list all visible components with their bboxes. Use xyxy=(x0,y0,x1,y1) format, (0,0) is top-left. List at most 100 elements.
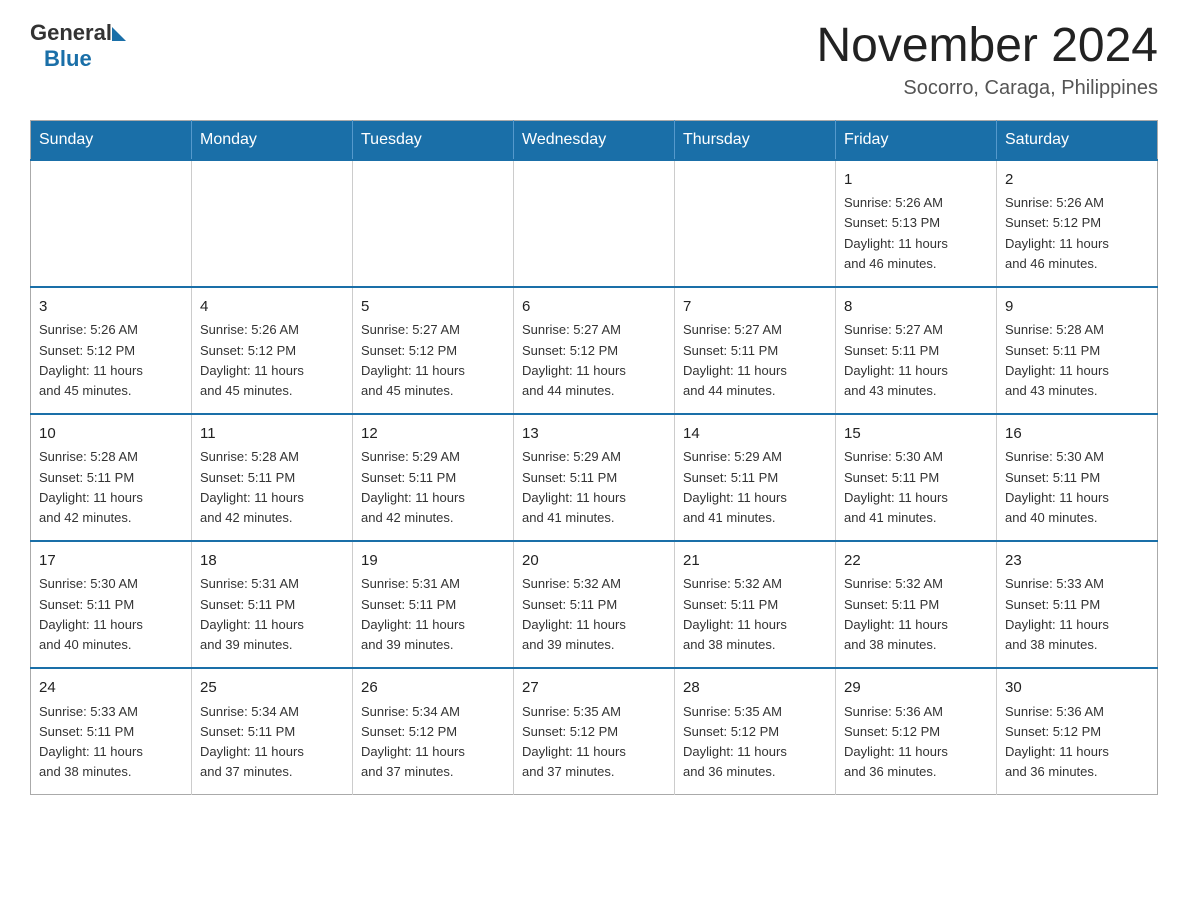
day-info: Sunrise: 5:30 AMSunset: 5:11 PMDaylight:… xyxy=(1005,447,1149,528)
calendar-title: November 2024 xyxy=(816,20,1158,73)
day-info: Sunrise: 5:28 AMSunset: 5:11 PMDaylight:… xyxy=(39,447,183,528)
day-info: Sunrise: 5:31 AMSunset: 5:11 PMDaylight:… xyxy=(200,574,344,655)
day-info: Sunrise: 5:26 AMSunset: 5:13 PMDaylight:… xyxy=(844,193,988,274)
day-info: Sunrise: 5:26 AMSunset: 5:12 PMDaylight:… xyxy=(39,320,183,401)
calendar-cell: 28Sunrise: 5:35 AMSunset: 5:12 PMDayligh… xyxy=(675,668,836,795)
day-info: Sunrise: 5:28 AMSunset: 5:11 PMDaylight:… xyxy=(200,447,344,528)
day-info: Sunrise: 5:27 AMSunset: 5:12 PMDaylight:… xyxy=(522,320,666,401)
day-number: 1 xyxy=(844,169,988,192)
day-number: 7 xyxy=(683,296,827,319)
calendar-week-row: 1Sunrise: 5:26 AMSunset: 5:13 PMDaylight… xyxy=(31,160,1158,287)
day-number: 21 xyxy=(683,550,827,573)
calendar-week-row: 10Sunrise: 5:28 AMSunset: 5:11 PMDayligh… xyxy=(31,414,1158,541)
day-number: 27 xyxy=(522,677,666,700)
calendar-cell: 6Sunrise: 5:27 AMSunset: 5:12 PMDaylight… xyxy=(514,287,675,414)
calendar-cell: 29Sunrise: 5:36 AMSunset: 5:12 PMDayligh… xyxy=(836,668,997,795)
day-number: 22 xyxy=(844,550,988,573)
calendar-cell: 26Sunrise: 5:34 AMSunset: 5:12 PMDayligh… xyxy=(353,668,514,795)
calendar-cell: 7Sunrise: 5:27 AMSunset: 5:11 PMDaylight… xyxy=(675,287,836,414)
calendar-header-wednesday: Wednesday xyxy=(514,120,675,160)
calendar-cell xyxy=(353,160,514,287)
calendar-week-row: 3Sunrise: 5:26 AMSunset: 5:12 PMDaylight… xyxy=(31,287,1158,414)
calendar-header-row: SundayMondayTuesdayWednesdayThursdayFrid… xyxy=(31,120,1158,160)
day-info: Sunrise: 5:28 AMSunset: 5:11 PMDaylight:… xyxy=(1005,320,1149,401)
calendar-header-sunday: Sunday xyxy=(31,120,192,160)
day-number: 5 xyxy=(361,296,505,319)
day-number: 30 xyxy=(1005,677,1149,700)
logo: General Blue xyxy=(30,20,126,72)
calendar-cell: 18Sunrise: 5:31 AMSunset: 5:11 PMDayligh… xyxy=(192,541,353,668)
calendar-cell: 5Sunrise: 5:27 AMSunset: 5:12 PMDaylight… xyxy=(353,287,514,414)
title-block: November 2024 Socorro, Caraga, Philippin… xyxy=(816,20,1158,100)
day-number: 15 xyxy=(844,423,988,446)
day-number: 12 xyxy=(361,423,505,446)
day-number: 20 xyxy=(522,550,666,573)
day-info: Sunrise: 5:30 AMSunset: 5:11 PMDaylight:… xyxy=(844,447,988,528)
day-info: Sunrise: 5:29 AMSunset: 5:11 PMDaylight:… xyxy=(522,447,666,528)
day-number: 3 xyxy=(39,296,183,319)
day-number: 16 xyxy=(1005,423,1149,446)
day-number: 13 xyxy=(522,423,666,446)
calendar-header-friday: Friday xyxy=(836,120,997,160)
day-info: Sunrise: 5:27 AMSunset: 5:11 PMDaylight:… xyxy=(683,320,827,401)
logo-general-text: General xyxy=(30,20,112,46)
day-info: Sunrise: 5:36 AMSunset: 5:12 PMDaylight:… xyxy=(1005,702,1149,783)
calendar-cell xyxy=(675,160,836,287)
calendar-header-monday: Monday xyxy=(192,120,353,160)
calendar-cell: 14Sunrise: 5:29 AMSunset: 5:11 PMDayligh… xyxy=(675,414,836,541)
day-number: 9 xyxy=(1005,296,1149,319)
calendar-cell: 10Sunrise: 5:28 AMSunset: 5:11 PMDayligh… xyxy=(31,414,192,541)
day-info: Sunrise: 5:26 AMSunset: 5:12 PMDaylight:… xyxy=(1005,193,1149,274)
day-info: Sunrise: 5:29 AMSunset: 5:11 PMDaylight:… xyxy=(683,447,827,528)
calendar-cell: 17Sunrise: 5:30 AMSunset: 5:11 PMDayligh… xyxy=(31,541,192,668)
day-number: 24 xyxy=(39,677,183,700)
day-info: Sunrise: 5:33 AMSunset: 5:11 PMDaylight:… xyxy=(1005,574,1149,655)
day-number: 23 xyxy=(1005,550,1149,573)
calendar-cell: 30Sunrise: 5:36 AMSunset: 5:12 PMDayligh… xyxy=(997,668,1158,795)
page-header: General Blue November 2024 Socorro, Cara… xyxy=(30,20,1158,100)
day-number: 4 xyxy=(200,296,344,319)
calendar-cell: 23Sunrise: 5:33 AMSunset: 5:11 PMDayligh… xyxy=(997,541,1158,668)
calendar-cell: 3Sunrise: 5:26 AMSunset: 5:12 PMDaylight… xyxy=(31,287,192,414)
day-info: Sunrise: 5:36 AMSunset: 5:12 PMDaylight:… xyxy=(844,702,988,783)
calendar-cell: 16Sunrise: 5:30 AMSunset: 5:11 PMDayligh… xyxy=(997,414,1158,541)
calendar-cell: 2Sunrise: 5:26 AMSunset: 5:12 PMDaylight… xyxy=(997,160,1158,287)
day-number: 19 xyxy=(361,550,505,573)
day-number: 17 xyxy=(39,550,183,573)
day-number: 28 xyxy=(683,677,827,700)
calendar-cell xyxy=(31,160,192,287)
calendar-header-tuesday: Tuesday xyxy=(353,120,514,160)
calendar-cell: 9Sunrise: 5:28 AMSunset: 5:11 PMDaylight… xyxy=(997,287,1158,414)
calendar-cell: 1Sunrise: 5:26 AMSunset: 5:13 PMDaylight… xyxy=(836,160,997,287)
calendar-location: Socorro, Caraga, Philippines xyxy=(816,77,1158,100)
day-info: Sunrise: 5:34 AMSunset: 5:12 PMDaylight:… xyxy=(361,702,505,783)
calendar-table: SundayMondayTuesdayWednesdayThursdayFrid… xyxy=(30,120,1158,795)
calendar-header-saturday: Saturday xyxy=(997,120,1158,160)
day-info: Sunrise: 5:35 AMSunset: 5:12 PMDaylight:… xyxy=(522,702,666,783)
calendar-cell xyxy=(514,160,675,287)
calendar-cell: 25Sunrise: 5:34 AMSunset: 5:11 PMDayligh… xyxy=(192,668,353,795)
day-info: Sunrise: 5:26 AMSunset: 5:12 PMDaylight:… xyxy=(200,320,344,401)
day-info: Sunrise: 5:35 AMSunset: 5:12 PMDaylight:… xyxy=(683,702,827,783)
calendar-cell: 12Sunrise: 5:29 AMSunset: 5:11 PMDayligh… xyxy=(353,414,514,541)
calendar-cell xyxy=(192,160,353,287)
calendar-header-thursday: Thursday xyxy=(675,120,836,160)
calendar-week-row: 17Sunrise: 5:30 AMSunset: 5:11 PMDayligh… xyxy=(31,541,1158,668)
day-info: Sunrise: 5:33 AMSunset: 5:11 PMDaylight:… xyxy=(39,702,183,783)
logo-triangle-icon xyxy=(112,27,126,41)
calendar-cell: 19Sunrise: 5:31 AMSunset: 5:11 PMDayligh… xyxy=(353,541,514,668)
day-info: Sunrise: 5:27 AMSunset: 5:12 PMDaylight:… xyxy=(361,320,505,401)
day-number: 26 xyxy=(361,677,505,700)
day-info: Sunrise: 5:32 AMSunset: 5:11 PMDaylight:… xyxy=(844,574,988,655)
day-info: Sunrise: 5:29 AMSunset: 5:11 PMDaylight:… xyxy=(361,447,505,528)
day-number: 10 xyxy=(39,423,183,446)
day-number: 8 xyxy=(844,296,988,319)
day-info: Sunrise: 5:32 AMSunset: 5:11 PMDaylight:… xyxy=(683,574,827,655)
day-number: 6 xyxy=(522,296,666,319)
calendar-cell: 11Sunrise: 5:28 AMSunset: 5:11 PMDayligh… xyxy=(192,414,353,541)
calendar-cell: 21Sunrise: 5:32 AMSunset: 5:11 PMDayligh… xyxy=(675,541,836,668)
calendar-cell: 8Sunrise: 5:27 AMSunset: 5:11 PMDaylight… xyxy=(836,287,997,414)
logo-block: General Blue xyxy=(30,20,126,72)
day-info: Sunrise: 5:32 AMSunset: 5:11 PMDaylight:… xyxy=(522,574,666,655)
day-number: 2 xyxy=(1005,169,1149,192)
